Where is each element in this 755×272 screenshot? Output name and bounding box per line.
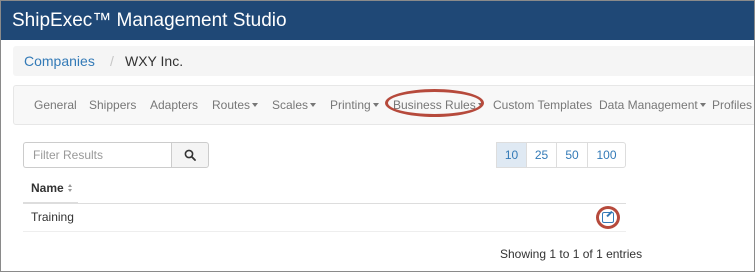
nav-scales-dropdown[interactable]: Scales (272, 98, 317, 112)
nav-adapters[interactable]: Adapters (150, 98, 198, 112)
nav-shippers[interactable]: Shippers (89, 98, 136, 112)
nav-printing-dropdown[interactable]: Printing (330, 98, 379, 112)
table-header-divider (23, 203, 626, 204)
column-header-name-label: Name (31, 181, 64, 195)
nav-general[interactable]: General (34, 98, 77, 112)
page-size-100-button[interactable]: 100 (587, 142, 626, 168)
nav-routes-dropdown[interactable]: Routes (212, 98, 259, 112)
page-size-50-button[interactable]: 50 (556, 142, 588, 168)
app-title: ShipExec™ Management Studio (12, 10, 287, 31)
business-rules-highlight-annotation (385, 89, 484, 117)
nav-routes-label: Routes (212, 98, 251, 112)
column-header-name[interactable]: Name (31, 181, 73, 195)
nav-data-management-dropdown[interactable]: Data Management (599, 98, 706, 112)
nav-adapters-label: Adapters (150, 98, 199, 112)
search-icon (184, 149, 196, 161)
breadcrumb-separator: / (110, 53, 114, 69)
app-window: ShipExec™ Management Studio Companies / … (0, 0, 755, 272)
edit-button-highlight-annotation (596, 206, 620, 229)
nav-printing-label: Printing (330, 98, 371, 112)
table-row-name: Training (31, 210, 74, 224)
nav-profiles-label: Profiles (712, 98, 753, 112)
edit-icon[interactable] (602, 212, 614, 223)
app-header: ShipExec™ Management Studio (1, 1, 754, 40)
nav-profiles[interactable]: Profiles (712, 98, 752, 112)
search-button[interactable] (171, 142, 209, 168)
page-size-10-button[interactable]: 10 (496, 142, 527, 168)
table-row-divider (23, 231, 626, 232)
filter-results-input[interactable] (23, 142, 172, 168)
nav-scales-label: Scales (272, 98, 309, 112)
nav-general-label: General (34, 98, 77, 112)
page-size-25-button[interactable]: 25 (526, 142, 557, 168)
caret-down-icon (252, 103, 259, 107)
table-header-divider-accent (23, 202, 78, 204)
caret-down-icon (372, 103, 379, 107)
company-nav: General Shippers Adapters Routes Scales … (13, 85, 754, 125)
sort-icon (67, 184, 73, 193)
nav-data-management-label: Data Management (599, 98, 698, 112)
caret-down-icon (310, 103, 317, 107)
table-info: Showing 1 to 1 of 1 entries (500, 247, 643, 261)
caret-down-icon (699, 103, 706, 107)
breadcrumb-current: WXY Inc. (125, 53, 184, 69)
breadcrumb-companies-link[interactable]: Companies (24, 53, 95, 69)
nav-shippers-label: Shippers (89, 98, 137, 112)
nav-custom-templates-label: Custom Templates (493, 98, 593, 112)
nav-custom-templates[interactable]: Custom Templates (493, 98, 592, 112)
breadcrumb: Companies / WXY Inc. (13, 46, 754, 76)
